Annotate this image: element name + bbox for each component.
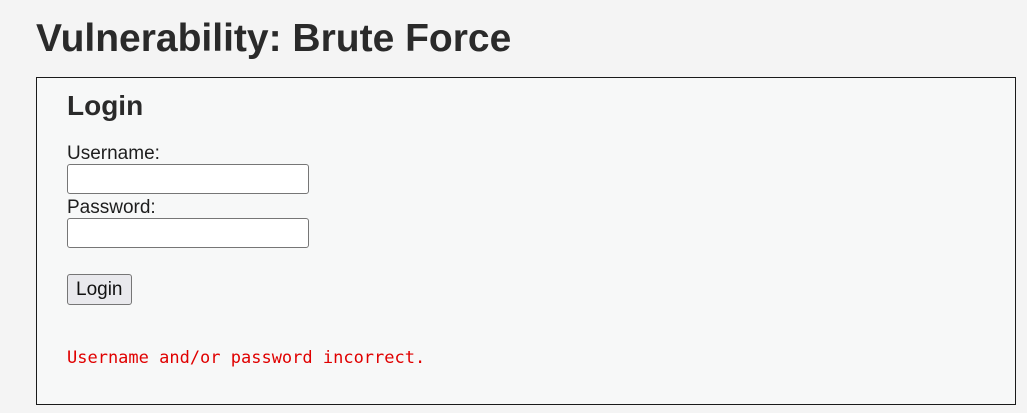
password-label: Password: [67,197,156,218]
error-message: Username and/or password incorrect. [67,348,426,368]
password-input[interactable] [67,218,309,248]
login-panel: Login Username: Password: Login Username… [36,77,1016,405]
login-button[interactable]: Login [67,274,132,305]
username-label: Username: [67,143,160,164]
username-input[interactable] [67,164,309,194]
login-heading: Login [67,90,144,121]
page-title: Vulnerability: Brute Force [36,17,512,60]
